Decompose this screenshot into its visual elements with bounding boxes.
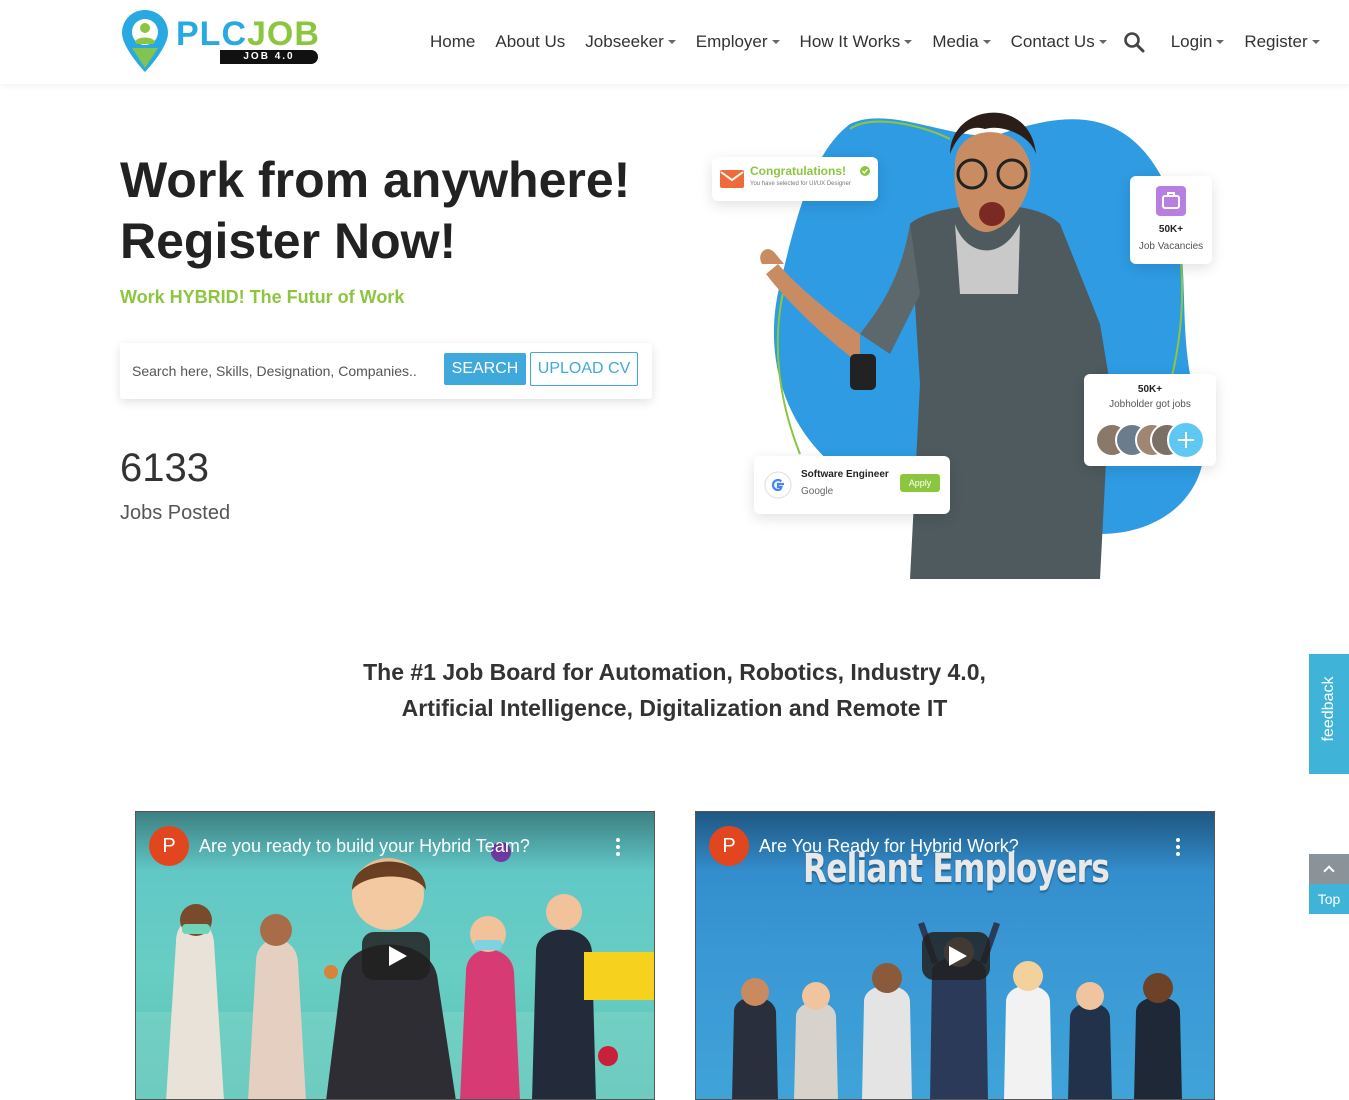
caret-down-icon [1311, 40, 1320, 44]
google-icon [764, 471, 792, 499]
logo-wordmark: PLCJOB [176, 15, 320, 53]
mail-icon [720, 170, 744, 188]
vacancies-label: Job Vacancies [1138, 241, 1204, 252]
video-title[interactable]: Are You Ready for Hybrid Work? [759, 836, 1019, 857]
feedback-label: feedback [1320, 676, 1337, 742]
back-to-top-button[interactable]: Top [1309, 854, 1349, 914]
nav-register[interactable]: Register [1244, 32, 1320, 52]
caret-down-icon [1098, 40, 1107, 44]
search-button[interactable]: SEARCH [444, 353, 526, 385]
back-to-top-label: Top [1309, 884, 1349, 914]
play-button-icon[interactable] [362, 932, 430, 980]
holders-number: 50K+ [1137, 384, 1163, 395]
caret-down-icon [771, 40, 780, 44]
congrats-title: Congratulations! [750, 164, 846, 178]
job-company: Google [801, 486, 834, 497]
tagline-line2: Artificial Intelligence, Digitalization … [401, 695, 948, 721]
site-logo[interactable]: PLCJOB JOB 4.0 [120, 8, 320, 76]
nav-jobseeker[interactable]: Jobseeker [585, 32, 676, 52]
vacancies-number: 50K+ [1158, 224, 1184, 235]
job-vacancies-card: 50K+ Job Vacancies [1130, 176, 1212, 264]
hero-title-line2: Register Now! [120, 213, 457, 269]
avatar-group [1095, 421, 1205, 459]
job-title: Software Engineer [801, 469, 889, 480]
site-header: PLCJOB JOB 4.0 Home About Us Jobseeker E… [0, 0, 1349, 84]
hero-title-line1: Work from anywhere! [120, 152, 631, 208]
section-tagline: The #1 Job Board for Automation, Robotic… [0, 654, 1349, 726]
nav-about-us[interactable]: About Us [495, 32, 565, 52]
congrats-subtitle: You have selected for UI/UX Designer [750, 181, 851, 187]
briefcase-icon [1156, 186, 1186, 216]
congratulations-card: Congratulations! You have selected for U… [712, 157, 878, 201]
main-nav: Home About Us Jobseeker Employer How It … [430, 28, 1340, 56]
job-offer-card: Software Engineer Google Apply [754, 456, 950, 514]
nav-contact-us[interactable]: Contact Us [1011, 32, 1107, 52]
nav-login[interactable]: Login [1171, 32, 1225, 52]
video-hybrid-team[interactable]: P Are you ready to build your Hybrid Tea… [135, 811, 655, 1100]
nav-how-it-works[interactable]: How It Works [800, 32, 913, 52]
hero-title: Work from anywhere! Register Now! [120, 150, 680, 272]
apply-button[interactable]: Apply [900, 474, 940, 492]
jobs-posted-count: 6133 [120, 446, 209, 490]
hero-subtitle: Work HYBRID! The Futur of Work [120, 287, 405, 307]
caret-down-icon [667, 40, 676, 44]
play-button-icon[interactable] [922, 932, 990, 980]
caret-down-icon [904, 40, 913, 44]
job-search-box: SEARCH UPLOAD CV [120, 343, 652, 399]
nav-home[interactable]: Home [430, 32, 475, 52]
nav-media[interactable]: Media [932, 32, 991, 52]
video-hybrid-work[interactable]: Reliant Employers P Are You Ready for Hy… [695, 811, 1215, 1100]
caret-down-icon [1216, 40, 1225, 44]
search-input[interactable] [132, 354, 432, 388]
location-pin-icon [122, 10, 168, 72]
logo-badge: JOB 4.0 [220, 50, 318, 64]
more-options-icon[interactable] [616, 838, 620, 856]
holders-label: Jobholder got jobs [1109, 399, 1191, 410]
upload-cv-button[interactable]: UPLOAD CV [530, 352, 638, 386]
jobholders-card: 50K+ Jobholder got jobs [1084, 374, 1216, 466]
channel-avatar[interactable]: P [149, 826, 189, 866]
caret-down-icon [982, 40, 991, 44]
check-circle-icon [860, 166, 870, 176]
video-title[interactable]: Are you ready to build your Hybrid Team? [199, 836, 530, 857]
search-icon[interactable] [1123, 31, 1145, 53]
feedback-tab[interactable]: feedback [1309, 654, 1349, 774]
jobs-posted-label: Jobs Posted [120, 502, 231, 524]
tagline-line1: The #1 Job Board for Automation, Robotic… [363, 659, 986, 685]
channel-avatar[interactable]: P [709, 826, 749, 866]
nav-employer[interactable]: Employer [696, 32, 780, 52]
hero-illustration: Congratulations! You have selected for U… [700, 84, 1260, 584]
more-options-icon[interactable] [1176, 838, 1180, 856]
chevron-up-icon [1309, 854, 1349, 884]
